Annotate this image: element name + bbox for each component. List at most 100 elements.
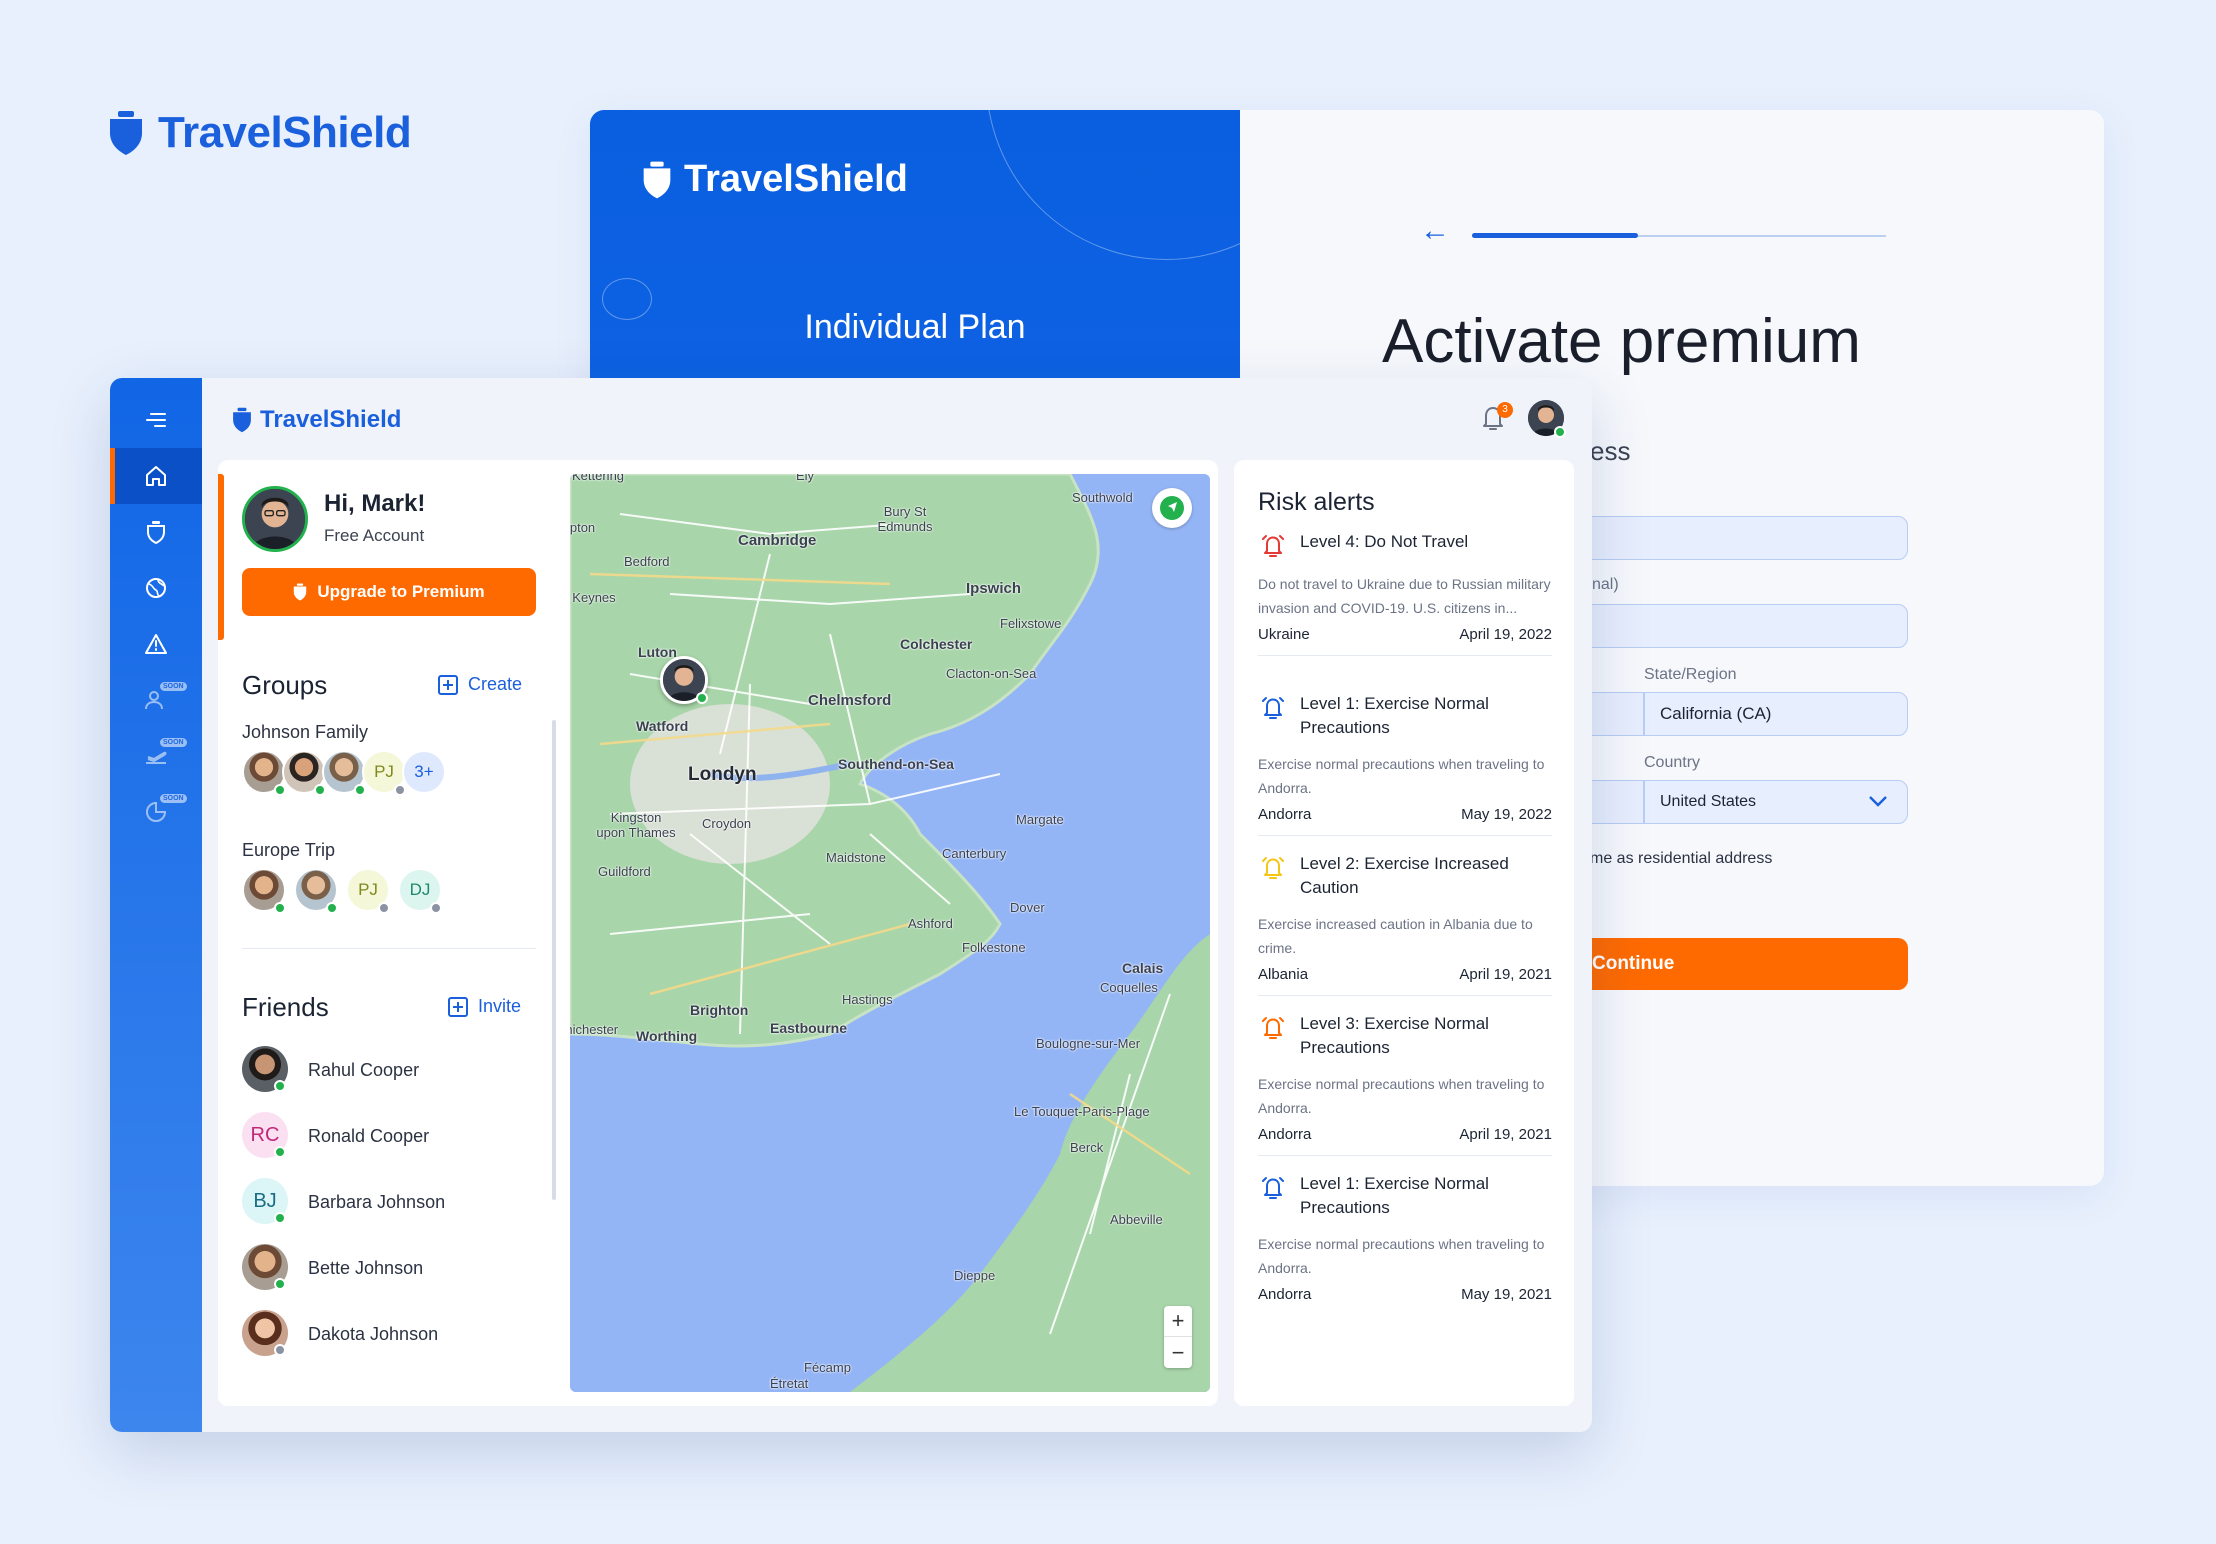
user-online-indicator: [1554, 426, 1566, 438]
group-name[interactable]: Europe Trip: [242, 840, 335, 861]
online-indicator: [354, 784, 366, 796]
address-line2-input[interactable]: [1550, 604, 1908, 648]
sidebar-item-protection[interactable]: [110, 504, 202, 560]
alert-footer: Andorra May 19, 2022: [1258, 806, 1552, 823]
map-label: Guildford: [598, 864, 651, 879]
alert-description: Do not travel to Ukraine due to Russian …: [1258, 576, 1551, 616]
alert-header: Level 1: Exercise Normal Precautions: [1258, 1172, 1552, 1220]
alert-description: Exercise normal precautions when traveli…: [1258, 756, 1545, 796]
groups-title: Groups: [242, 670, 328, 700]
plan-title: Individual Plan: [804, 308, 1026, 346]
map-label: Bedford: [624, 554, 670, 569]
sidebar-item-home[interactable]: [110, 448, 202, 504]
map-label: Watford: [636, 718, 689, 734]
friend-name: Dakota Johnson: [308, 1324, 439, 1344]
sidebar-item-reports[interactable]: SOON: [110, 784, 202, 840]
alert-footer: Andorra May 19, 2021: [1258, 1286, 1552, 1303]
shield-icon: [294, 583, 307, 601]
sidebar-item-alerts[interactable]: [110, 616, 202, 672]
upgrade-button[interactable]: Upgrade to Premium: [242, 568, 536, 616]
risk-alert-item[interactable]: Level 1: Exercise Normal Precautions Exer…: [1258, 1172, 1552, 1303]
alarm-bell-icon: [1262, 857, 1284, 879]
alert-description: Exercise normal precautions when traveli…: [1258, 1236, 1545, 1276]
alert-header: Level 4: Do Not Travel: [1258, 530, 1552, 560]
map-label: Chelmsford: [808, 692, 892, 709]
map-view[interactable]: Kettering Ely Southwold Northampton Bury…: [570, 474, 1210, 1392]
map-label: Boulogne-sur-Mer: [1036, 1036, 1141, 1051]
shield-logo-icon: [643, 161, 671, 198]
map-label: Colchester: [900, 636, 973, 652]
alert-footer: Albania April 19, 2021: [1258, 966, 1552, 983]
map-label: Berck: [1070, 1140, 1104, 1155]
zoom-out-button[interactable]: −: [1164, 1337, 1192, 1368]
sidebar-item-contacts[interactable]: SOON: [110, 672, 202, 728]
alarm-bell-icon: [1262, 535, 1284, 557]
dashboard-panel: Hi, Mark! Free Account Upgrade to Premiu…: [218, 460, 1218, 1406]
alert-country: Andorra: [1258, 806, 1312, 823]
friend-name: Rahul Cooper: [308, 1060, 420, 1080]
sidebar: SOON SOON SOON: [110, 378, 202, 1432]
map-label-city: Londyn: [688, 764, 757, 785]
friend-name: Bette Johnson: [308, 1258, 424, 1278]
profile-avatar[interactable]: [242, 486, 308, 552]
alert-country: Andorra: [1258, 1126, 1312, 1143]
map-label: Fécamp: [804, 1360, 851, 1375]
alert-country: Andorra: [1258, 1286, 1312, 1303]
group-name[interactable]: Johnson Family: [242, 722, 368, 743]
zoom-in-button[interactable]: +: [1164, 1306, 1192, 1337]
risk-alerts-title: Risk alerts: [1258, 488, 1375, 516]
brand-name: TravelShield: [158, 108, 412, 157]
alert-description: Exercise normal precautions when traveli…: [1258, 1076, 1545, 1116]
globe-icon: [146, 578, 166, 598]
map-label: Coquelles: [1100, 980, 1158, 995]
zoom-controls: + −: [1164, 1306, 1192, 1368]
section-divider: [242, 948, 536, 949]
map-label: Ipswich: [966, 580, 1022, 597]
alert-date: April 19, 2021: [1459, 966, 1552, 983]
premium-heading: Activate premium: [1382, 307, 1861, 376]
alert-level: Level 4: Do Not Travel: [1300, 532, 1469, 551]
map-label: Eastbourne: [770, 1020, 848, 1036]
list-scrollbar[interactable]: [552, 720, 556, 1200]
online-indicator: [274, 1278, 286, 1290]
alert-level: Level 1: Exercise Normal Precautions: [1300, 694, 1489, 737]
sidebar-item-world[interactable]: [110, 560, 202, 616]
notification-badge: 3: [1497, 402, 1513, 418]
sidebar-item-travel[interactable]: SOON: [110, 728, 202, 784]
back-arrow-icon[interactable]: ←: [1420, 214, 1450, 248]
chart-icon: [146, 801, 167, 822]
alert-date: May 19, 2021: [1461, 1286, 1552, 1303]
plane-icon: [146, 751, 167, 764]
map-label: Hastings: [842, 992, 893, 1007]
offline-indicator: [274, 1344, 286, 1356]
risk-alert-item[interactable]: Level 2: Exercise Increased Caution Exerc…: [1258, 852, 1552, 996]
plan-brand: TravelShield: [642, 158, 908, 201]
profile-accent-bar: [218, 474, 224, 640]
menu-icon: [146, 413, 166, 427]
address-input[interactable]: [1550, 516, 1908, 560]
offline-indicator: [394, 784, 406, 796]
shield-logo-icon: [110, 111, 142, 155]
alert-date: May 19, 2022: [1461, 806, 1552, 823]
offline-indicator: [430, 902, 442, 914]
alert-level: Level 3: Exercise Normal Precautions: [1300, 1014, 1489, 1057]
map-label: Étretat: [770, 1376, 809, 1391]
sidebar-menu-toggle[interactable]: [110, 392, 202, 448]
risk-alert-item[interactable]: Level 3: Exercise Normal Precautions Exer…: [1258, 1012, 1552, 1156]
map-label: Calais: [1122, 960, 1164, 976]
app-brand[interactable]: TravelShield: [232, 406, 401, 434]
shield-icon: [147, 521, 165, 544]
alert-divider: [1258, 655, 1552, 656]
locate-me-button[interactable]: [1152, 488, 1192, 528]
map-label: Abbeville: [1110, 1212, 1163, 1227]
create-group-button[interactable]: Create: [438, 674, 522, 695]
alert-footer: Andorra April 19, 2021: [1258, 1126, 1552, 1143]
alert-description: Exercise increased caution in Albania du…: [1258, 916, 1533, 956]
risk-alert-item[interactable]: Level 1: Exercise Normal Precautions Exer…: [1258, 692, 1552, 836]
continue-button[interactable]: Continue: [1550, 938, 1908, 990]
plus-icon: [438, 674, 458, 695]
map-label: Chichester: [570, 1022, 619, 1037]
risk-alert-item[interactable]: Level 4: Do Not Travel Do not travel to U…: [1258, 530, 1552, 656]
soon-badge: SOON: [160, 794, 187, 803]
invite-friend-button[interactable]: Invite: [448, 996, 521, 1017]
